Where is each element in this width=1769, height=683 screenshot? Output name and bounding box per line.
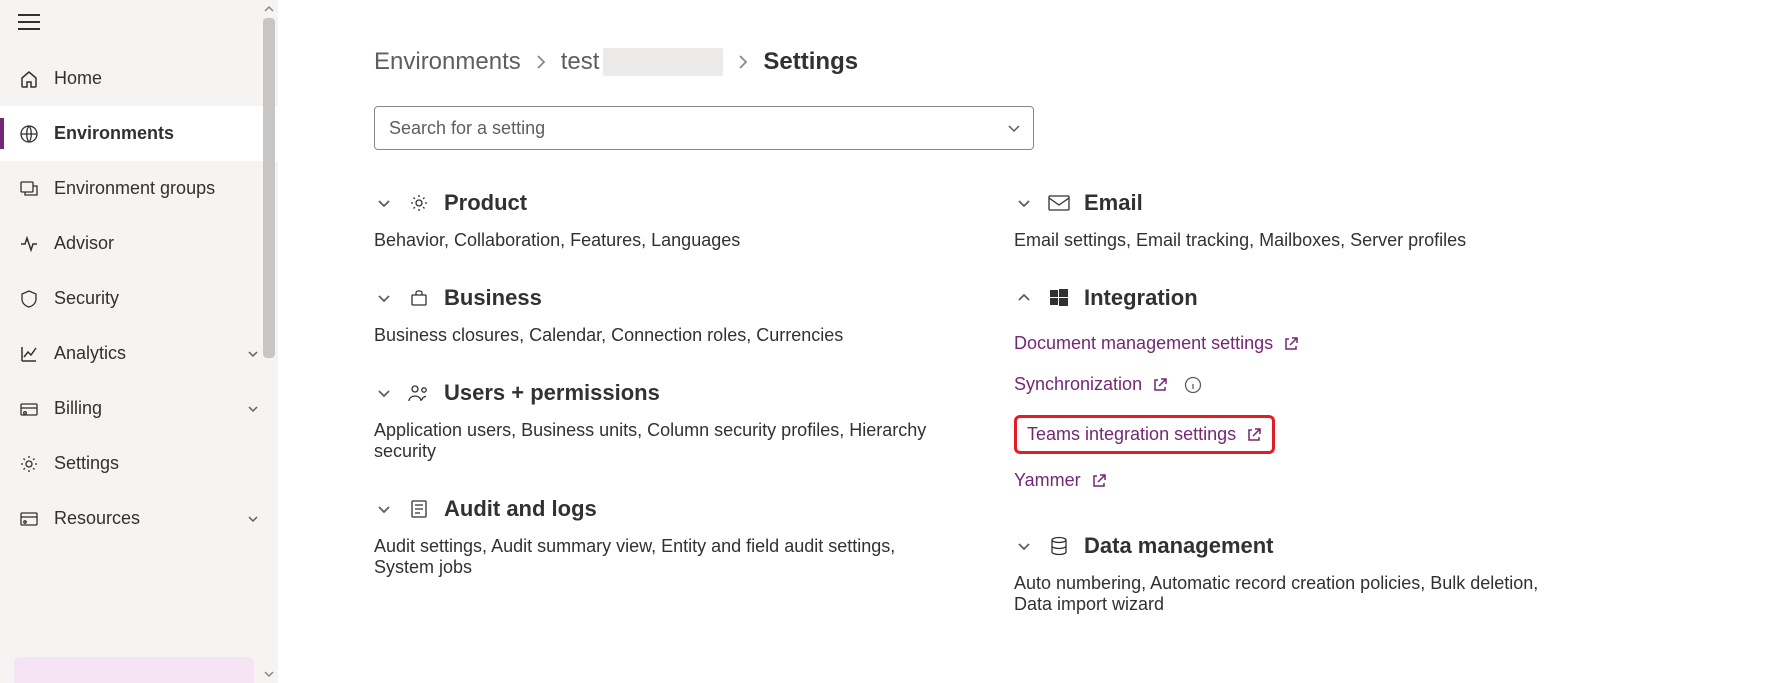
- list-icon: [408, 499, 430, 519]
- section-title: Email: [1084, 190, 1143, 216]
- info-icon[interactable]: [1184, 376, 1202, 394]
- nav-label: Advisor: [54, 233, 114, 254]
- breadcrumb-root[interactable]: Environments: [374, 48, 521, 76]
- nav-item-billing[interactable]: Billing: [0, 381, 278, 436]
- settings-column-left: Product Behavior, Collaboration, Feature…: [374, 186, 934, 649]
- database-icon: [1048, 536, 1070, 556]
- section-header-product[interactable]: Product: [374, 190, 934, 216]
- main-content: Environments test Settings: [278, 0, 1769, 683]
- link-label[interactable]: Synchronization: [1014, 374, 1142, 395]
- gear-icon: [408, 193, 430, 213]
- nav-label: Settings: [54, 453, 119, 474]
- hamburger-menu-button[interactable]: [0, 0, 58, 44]
- integration-link-yammer[interactable]: Yammer: [1014, 470, 1574, 491]
- section-header-business[interactable]: Business: [374, 285, 934, 311]
- search-input[interactable]: [374, 106, 1034, 150]
- redacted-text: [603, 48, 723, 76]
- scroll-up-arrow-icon[interactable]: [260, 0, 278, 18]
- chevron-up-icon: [1014, 290, 1034, 306]
- section-header-integration[interactable]: Integration: [1014, 285, 1574, 311]
- chart-icon: [18, 343, 40, 365]
- nav-label: Resources: [54, 508, 140, 529]
- integration-link-doc-mgmt[interactable]: Document management settings: [1014, 333, 1574, 354]
- globe-icon: [18, 123, 40, 145]
- integration-link-synchronization[interactable]: Synchronization: [1014, 374, 1574, 395]
- open-external-icon: [1283, 336, 1299, 352]
- billing-icon: [18, 398, 40, 420]
- nav-label: Analytics: [54, 343, 126, 364]
- nav-item-environments[interactable]: Environments: [0, 106, 278, 161]
- nav-item-environment-groups[interactable]: Environment groups: [0, 161, 278, 216]
- shield-icon: [18, 288, 40, 310]
- scroll-down-arrow-icon[interactable]: [260, 665, 278, 683]
- breadcrumb-current: Settings: [763, 48, 858, 76]
- integration-link-teams-highlighted[interactable]: Teams integration settings: [1014, 415, 1275, 454]
- scroll-track[interactable]: [260, 18, 278, 665]
- settings-column-right: Email Email settings, Email tracking, Ma…: [1014, 186, 1574, 649]
- nav-item-security[interactable]: Security: [0, 271, 278, 326]
- section-title: Product: [444, 190, 527, 216]
- home-icon: [18, 68, 40, 90]
- nav-item-home[interactable]: Home: [0, 51, 278, 106]
- sidebar-scrollbar[interactable]: [260, 0, 278, 683]
- section-desc: Behavior, Collaboration, Features, Langu…: [374, 230, 934, 251]
- chevron-down-icon: [246, 512, 260, 526]
- link-label[interactable]: Teams integration settings: [1027, 424, 1236, 445]
- nav-label: Security: [54, 288, 119, 309]
- chevron-down-icon: [374, 501, 394, 517]
- breadcrumb-env[interactable]: test: [561, 48, 600, 76]
- gear-icon: [18, 453, 40, 475]
- section-header-audit-logs[interactable]: Audit and logs: [374, 496, 934, 522]
- sidebar: Home Environments Environment groups Adv…: [0, 0, 278, 683]
- link-label[interactable]: Yammer: [1014, 470, 1081, 491]
- chevron-down-icon: [374, 290, 394, 306]
- section-desc: Auto numbering, Automatic record creatio…: [1014, 573, 1574, 615]
- nav-item-settings[interactable]: Settings: [0, 436, 278, 491]
- briefcase-icon: [408, 288, 430, 308]
- nav-item-resources[interactable]: Resources: [0, 491, 278, 546]
- section-desc: Audit settings, Audit summary view, Enti…: [374, 536, 934, 578]
- section-header-data-management[interactable]: Data management: [1014, 533, 1574, 559]
- windows-icon: [1048, 289, 1070, 307]
- chevron-right-icon: [737, 54, 749, 70]
- chevron-down-icon: [246, 347, 260, 361]
- section-desc: Email settings, Email tracking, Mailboxe…: [1014, 230, 1574, 251]
- nav-label: Billing: [54, 398, 102, 419]
- open-external-icon: [1246, 427, 1262, 443]
- section-title: Users + permissions: [444, 380, 660, 406]
- nav-label: Environments: [54, 123, 174, 144]
- section-title: Integration: [1084, 285, 1198, 311]
- open-external-icon: [1091, 473, 1107, 489]
- link-label[interactable]: Document management settings: [1014, 333, 1273, 354]
- open-external-icon: [1152, 377, 1168, 393]
- section-desc: Application users, Business units, Colum…: [374, 420, 934, 462]
- nav-list: Home Environments Environment groups Adv…: [0, 51, 278, 546]
- section-desc: Business closures, Calendar, Connection …: [374, 325, 934, 346]
- users-icon: [408, 383, 430, 403]
- chevron-down-icon: [374, 385, 394, 401]
- section-header-users-permissions[interactable]: Users + permissions: [374, 380, 934, 406]
- mail-icon: [1048, 195, 1070, 211]
- section-title: Data management: [1084, 533, 1274, 559]
- section-title: Business: [444, 285, 542, 311]
- bottom-banner[interactable]: [14, 657, 254, 683]
- section-header-email[interactable]: Email: [1014, 190, 1574, 216]
- pulse-icon: [18, 233, 40, 255]
- nav-label: Environment groups: [54, 178, 215, 199]
- settings-columns: Product Behavior, Collaboration, Feature…: [374, 186, 1699, 649]
- nav-label: Home: [54, 68, 102, 89]
- resources-icon: [18, 508, 40, 530]
- chevron-down-icon: [374, 195, 394, 211]
- chevron-right-icon: [535, 54, 547, 70]
- search-setting-combo[interactable]: [374, 106, 1034, 150]
- nav-item-advisor[interactable]: Advisor: [0, 216, 278, 271]
- chevron-down-icon: [1014, 195, 1034, 211]
- section-title: Audit and logs: [444, 496, 597, 522]
- chevron-down-icon: [246, 402, 260, 416]
- chevron-down-icon: [1014, 538, 1034, 554]
- scroll-thumb[interactable]: [263, 18, 275, 358]
- breadcrumb: Environments test Settings: [374, 48, 1699, 76]
- nav-item-analytics[interactable]: Analytics: [0, 326, 278, 381]
- environment-groups-icon: [18, 178, 40, 200]
